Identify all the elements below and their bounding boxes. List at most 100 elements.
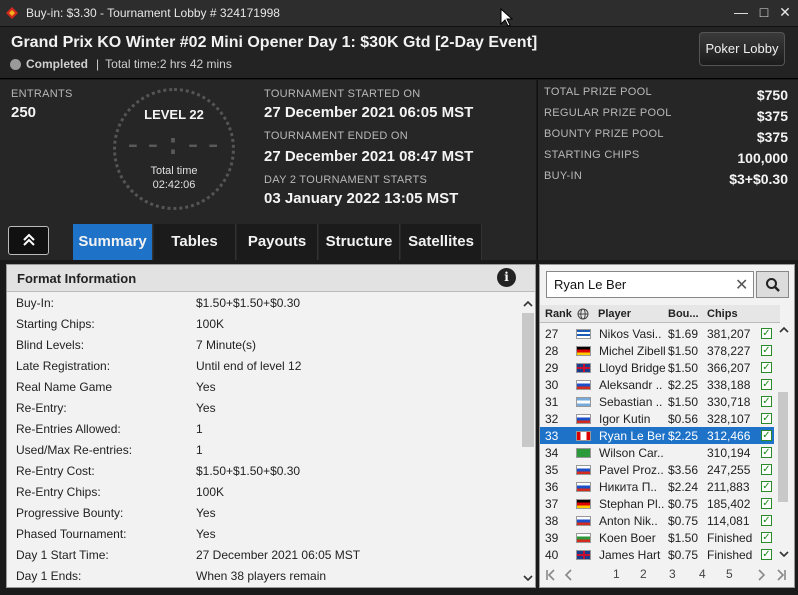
format-key: Progressive Bounty: [16,506,124,520]
format-scroll-thumb[interactable] [522,313,534,447]
format-row: Blind Levels: 7 Minute(s) [16,335,516,356]
player-rank: 40 [545,548,559,562]
player-row[interactable]: 34 Wilson Car.. 310,194 ✓ [540,444,774,461]
format-value: Yes [196,527,216,541]
player-rank: 31 [545,395,559,409]
player-row[interactable]: 31 Sebastian .. $1.50 330,718 ✓ [540,393,774,410]
player-chips: 310,194 [707,446,751,460]
format-key: Blind Levels: [16,338,85,352]
double-chevron-up-icon [22,233,35,246]
player-search-box: ✕ [546,271,754,298]
player-row[interactable]: 33 Ryan Le Ber $2.25 312,466 ✓ [540,427,774,444]
col-bounty[interactable]: Bou... [668,308,699,320]
page-3[interactable]: 3 [669,567,676,581]
player-rank: 38 [545,514,559,528]
tab-payouts[interactable]: Payouts [237,224,318,260]
format-key: Re-Entry Cost: [16,464,95,478]
player-chips: 378,227 [707,344,751,358]
format-scrollbar[interactable] [521,293,535,587]
player-row[interactable]: 36 Никита П.. $2.24 211,883 ✓ [540,478,774,495]
player-chips: 338,188 [707,378,751,392]
close-button[interactable]: ✕ [777,4,793,20]
scroll-down-icon[interactable] [521,571,535,585]
player-name: Никита П.. [599,480,657,494]
players-scroll-down-icon[interactable] [777,548,791,560]
player-row[interactable]: 35 Pavel Proz.. $3.56 247,255 ✓ [540,461,774,478]
status-separator: | [96,57,100,71]
col-player[interactable]: Player [598,308,631,320]
maximize-button[interactable]: □ [756,4,772,20]
search-button[interactable] [756,271,789,298]
player-row[interactable]: 40 James Hart $0.75 Finished ✓ [540,546,774,563]
player-row[interactable]: 29 Lloyd Bridge..$1.50 366,207 ✓ [540,359,774,376]
player-rank: 27 [545,327,559,341]
status-label: Completed [26,57,89,71]
players-table-header: Rank Player Bou... Chips [540,305,780,323]
player-row[interactable]: 37 Stephan Pl.. $0.75 185,402 ✓ [540,495,774,512]
first-page-icon[interactable] [544,568,558,582]
player-bounty: $2.24 [668,480,699,494]
player-row[interactable]: 38 Anton Nik.. $0.75 114,081 ✓ [540,512,774,529]
players-scrollbar[interactable] [776,324,790,562]
collapse-button[interactable] [8,226,49,255]
players-scroll-up-icon[interactable] [777,324,791,336]
player-search-input[interactable] [547,272,732,297]
prize-value: $375 [756,129,788,145]
lobby-tabs: Summary Tables Payouts Structure Satelli… [0,222,536,260]
minimize-button[interactable]: — [733,4,749,20]
player-row[interactable]: 27 Nikos Vasi.. $1.69 381,207 ✓ [540,325,774,342]
format-value: 1 [196,443,203,457]
page-4[interactable]: 4 [699,567,706,581]
player-name: Pavel Proz.. [599,463,664,477]
format-value: 100K [196,485,225,499]
players-scroll-thumb[interactable] [778,392,788,502]
col-rank[interactable]: Rank [545,308,572,320]
format-row: Day 1 Ends: When 38 players remain [16,566,516,587]
poker-lobby-button[interactable]: Poker Lobby [699,32,785,66]
tab-summary[interactable]: Summary [73,224,153,260]
country-flag-icon [576,346,591,356]
player-chips: Finished [707,548,753,562]
player-rank: 30 [545,378,559,392]
country-flag-icon [576,516,591,526]
next-page-icon[interactable] [754,568,768,582]
player-row[interactable]: 28 Michel Zibell $1.50 378,227 ✓ [540,342,774,359]
player-rank: 39 [545,531,559,545]
tournament-name: Grand Prix KO Winter #02 Mini Opener Day… [11,34,538,51]
player-bounty: $2.25 [668,378,699,392]
globe-icon[interactable] [577,308,589,320]
format-key: Late Registration: [16,359,111,373]
page-5[interactable]: 5 [726,567,733,581]
country-flag-icon [576,431,591,441]
player-rank: 37 [545,497,559,511]
tab-structure[interactable]: Structure [319,224,400,260]
country-flag-icon [576,550,591,560]
player-row[interactable]: 32 Igor Kutin $0.56 328,107 ✓ [540,410,774,427]
clock-digits: --:-- [123,127,225,162]
page-1[interactable]: 1 [613,567,620,581]
tab-satellites[interactable]: Satellites [401,224,482,260]
player-bounty: $1.50 [668,531,699,545]
player-bounty: $0.75 [668,548,699,562]
player-rank: 32 [545,412,559,426]
player-chips: 330,718 [707,395,751,409]
tab-tables[interactable]: Tables [154,224,236,260]
page-2[interactable]: 2 [640,567,647,581]
format-row: Re-Entry Chips: 100K [16,482,516,503]
col-chips[interactable]: Chips [707,308,738,320]
player-row[interactable]: 39 Koen Boer $1.50 Finished ✓ [540,529,774,546]
player-row[interactable]: 30 Aleksandr .. $2.25 338,188 ✓ [540,376,774,393]
checkmark-icon: ✓ [761,413,772,424]
prev-page-icon[interactable] [562,568,576,582]
scroll-up-icon[interactable] [521,297,535,311]
status-dot-icon [10,58,21,70]
last-page-icon[interactable] [774,568,788,582]
format-value: $1.50+$1.50+$0.30 [196,296,301,310]
player-bounty: $1.50 [668,361,699,375]
format-key: Day 1 Ends: [16,569,82,583]
clear-search-icon[interactable]: ✕ [735,275,748,295]
format-row: Progressive Bounty: Yes [16,503,516,524]
format-row: Re-Entry Cost: $1.50+$1.50+$0.30 [16,461,516,482]
tournament-header: Grand Prix KO Winter #02 Mini Opener Day… [0,27,798,79]
info-icon[interactable]: i [497,268,516,287]
